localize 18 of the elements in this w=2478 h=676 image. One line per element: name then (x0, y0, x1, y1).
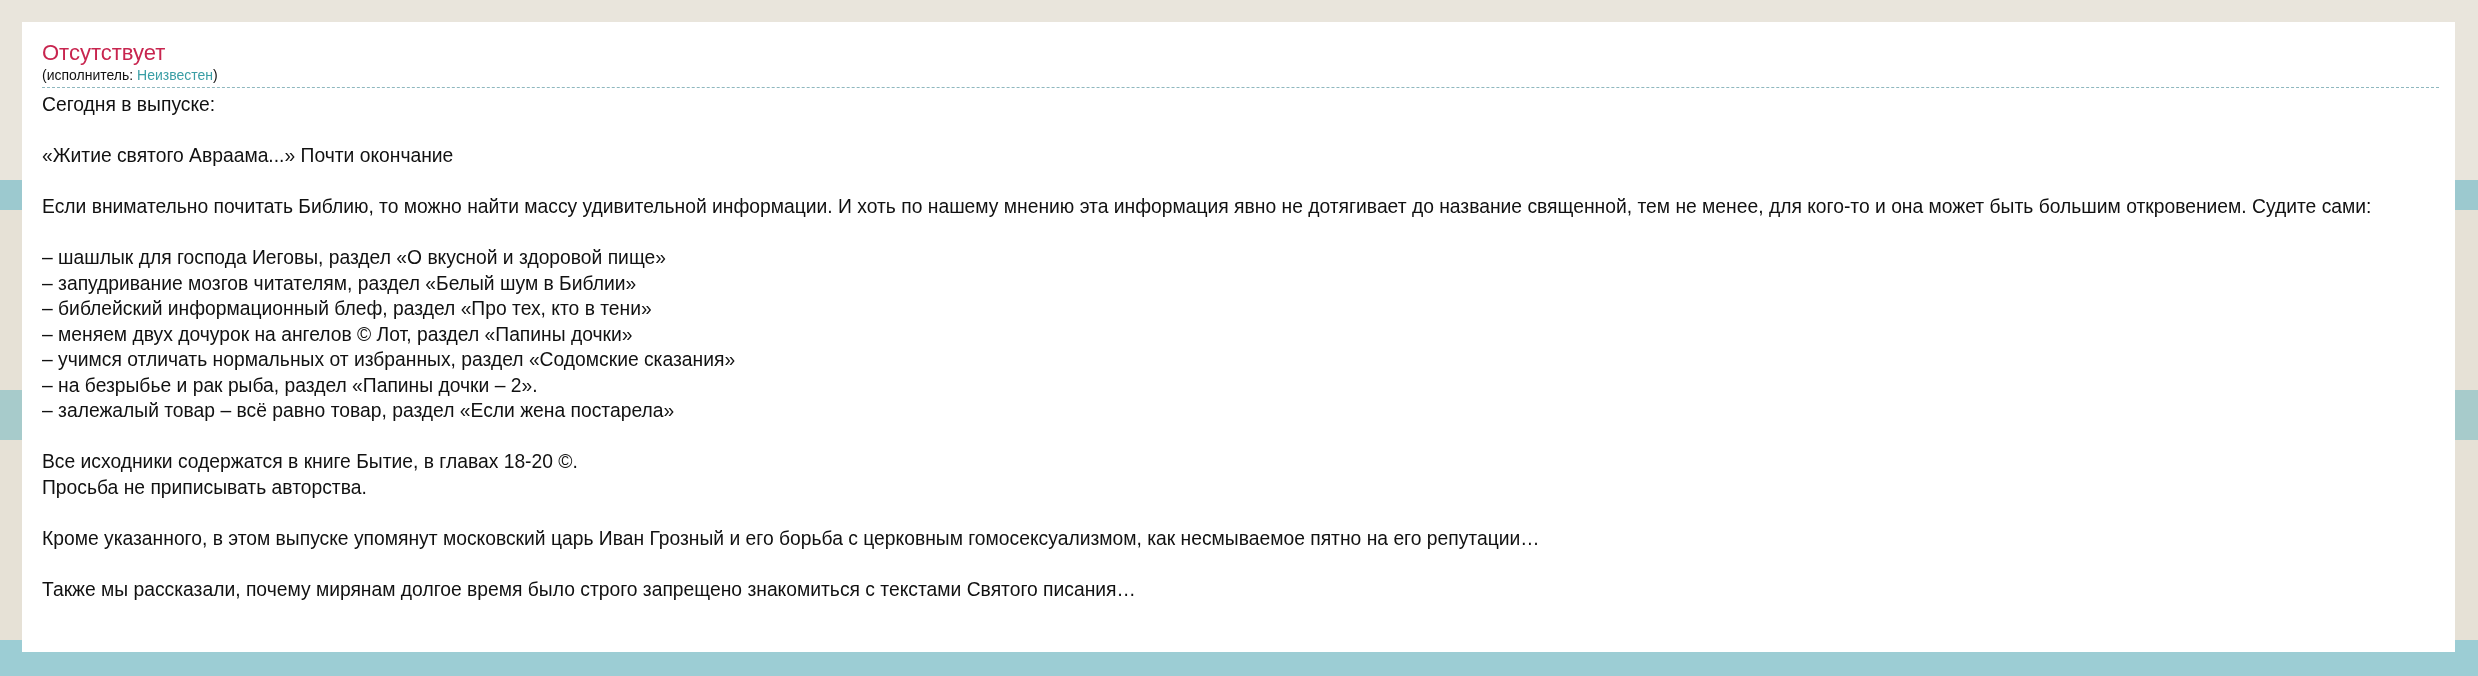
text-line: Просьба не приписывать авторства. (42, 475, 367, 500)
text-line: – запудривание мозгов читателям, раздел «Белый шум в Библии» (42, 271, 637, 296)
performer-link[interactable]: Неизвестен (137, 67, 214, 83)
text-line: Также мы рассказали, почему мирянам долгое время было строго запрещено знакомиться с текстами Святого писания… (42, 577, 1136, 602)
text-line: Все исходники содержатся в книге Бытие, в главах 18-20 ©. (42, 450, 578, 474)
performer-label: ) (213, 67, 218, 83)
text-line: – меняем двух дочурок на ангелов © Лот, раздел «Папины дочки» (42, 322, 633, 347)
text-line: – учимся отличать нормальных от избранных, раздел «Содомские сказания» (42, 348, 736, 372)
text-line: Кроме указанного, в этом выпуске упомянут московский царь Иван Грозный и его борьба с церковным гомосексуализмом, как несмываемое пятно на его репутации… (42, 526, 1540, 551)
text-line: – залежалый товар – всё равно товар, раздел «Если жена постарела» (42, 399, 675, 423)
text-line: – библейский информационный блеф, раздел «Про тех, кто в тени» (42, 297, 652, 321)
text-line: – на безрыбье и рак рыба, раздел «Папины дочки – 2». (42, 373, 538, 398)
performer-label: (исполнитель: (42, 67, 135, 83)
text-line: Если внимательно почитать Библию, то можно найти массу удивительной информации. И хоть по нашему мнению эта информация явно не дотягивает до название священной, тем не менее, для кого-то и она может быть большим откровением. Судите сами: (42, 195, 2372, 219)
text-line: Сегодня в выпуске: (42, 93, 216, 117)
song-title: Отсутствует (42, 40, 166, 66)
text-line: «Житие святого Авраама...» Почти окончание (42, 144, 454, 168)
text-line: – шашлык для господа Иеговы, раздел «О вкусной и здоровой пище» (42, 246, 666, 270)
